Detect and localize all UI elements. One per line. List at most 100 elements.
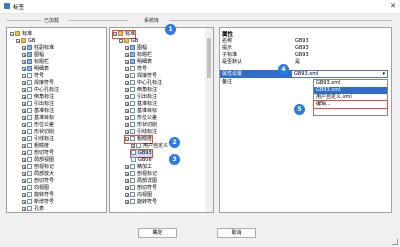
expand-icon[interactable]: + — [22, 129, 26, 134]
tree-item[interactable]: + 向视图 — [22, 185, 49, 192]
expand-icon[interactable]: + — [22, 80, 26, 85]
tree-item[interactable]: + 形位公差 — [22, 122, 54, 129]
tree-item[interactable]: − 标准 — [111, 30, 137, 39]
expand-icon[interactable]: + — [22, 122, 26, 127]
close-icon[interactable]: ✕ — [390, 2, 396, 10]
collapse-icon[interactable]: − — [16, 38, 20, 43]
expand-icon[interactable]: + — [125, 80, 129, 85]
expand-icon[interactable]: + — [125, 87, 129, 92]
tree-item[interactable]: + 局部视图 — [22, 157, 54, 164]
expand-icon[interactable]: + — [22, 185, 26, 190]
expand-icon[interactable]: + — [125, 199, 129, 204]
expand-icon[interactable]: + — [22, 94, 26, 99]
expand-icon[interactable]: + — [125, 129, 129, 134]
library-tree-panel[interactable]: − 标准 − GB + 图幅 + 标题栏 + 明细表 − 符号 + 焊接符号 + 中心孔标注 + 倒角标注 + 引出标… — [109, 27, 214, 213]
dropdown-option[interactable]: GB93.xml — [314, 87, 387, 94]
ok-button[interactable]: 确定 — [138, 228, 177, 238]
tree-item[interactable]: + 倒角标注 — [125, 87, 157, 94]
expand-icon[interactable]: + — [22, 136, 26, 141]
collapse-icon[interactable]: − — [119, 38, 123, 43]
tree-item[interactable]: + 中心孔标注 — [125, 80, 162, 87]
expand-icon[interactable]: + — [22, 59, 26, 64]
expand-icon[interactable]: + — [22, 108, 26, 113]
tree-item[interactable]: + 形状切削 — [125, 122, 157, 129]
tree-item[interactable]: − 符号 — [125, 66, 147, 73]
expand-icon[interactable]: + — [22, 192, 26, 197]
tree-item[interactable]: + 用户自定义 — [131, 143, 168, 150]
collapse-icon[interactable]: − — [10, 31, 14, 36]
expand-icon[interactable]: + — [125, 122, 129, 127]
tree-item[interactable]: + 粗糙度 — [22, 143, 49, 150]
expand-icon[interactable]: + — [22, 66, 26, 71]
tree-item[interactable]: + 标题栏 — [125, 52, 152, 59]
expand-icon[interactable]: + — [22, 171, 26, 176]
tree-item[interactable]: − GB — [16, 38, 35, 45]
expand-icon[interactable]: + — [22, 45, 26, 50]
dropdown-option[interactable]: 用户自定义.xml — [314, 94, 387, 101]
tree-item[interactable]: + 倒角标注 — [22, 94, 54, 101]
tree-item[interactable]: + 形状切削 — [22, 129, 54, 136]
tree-item[interactable]: + 剖切符号 — [22, 150, 54, 157]
tree-item[interactable]: + 剖切符号 — [22, 178, 54, 185]
expand-icon[interactable]: + — [22, 150, 26, 155]
tree-item[interactable]: + 引线标注 — [22, 136, 54, 143]
expand-icon[interactable]: + — [125, 185, 129, 190]
tree-item[interactable]: + 旋转符号 — [22, 192, 54, 199]
tree-item[interactable]: + 剖视标记 — [125, 171, 157, 178]
collapse-icon[interactable]: − — [125, 66, 129, 71]
tree-item[interactable]: + 柱副标准 — [22, 45, 54, 52]
tree-item[interactable]: + 剖视标记 — [22, 164, 54, 171]
expand-icon[interactable]: + — [22, 115, 26, 120]
expand-icon[interactable]: + — [125, 73, 129, 78]
tree-item[interactable]: + 新增符号 — [22, 199, 54, 206]
expand-icon[interactable]: + — [22, 52, 26, 57]
tree-item[interactable]: + 中心孔标注 — [22, 87, 59, 94]
expand-icon[interactable]: + — [22, 157, 26, 162]
property-settings-select[interactable]: GB93.xml ▾ — [291, 70, 388, 78]
dropdown-option[interactable]: GB93.xml — [314, 80, 387, 87]
tree-item[interactable]: + 向视图 — [125, 192, 152, 199]
expand-icon[interactable]: + — [125, 115, 129, 120]
tree-item[interactable]: + 局部放大 — [22, 171, 54, 178]
expand-icon[interactable]: + — [125, 171, 129, 176]
tree-item[interactable]: + 基准标注 — [125, 101, 157, 108]
tree-item[interactable]: + 旋转符号 — [125, 199, 157, 206]
tree-item[interactable]: + 标题栏 — [22, 59, 49, 66]
tree-item[interactable]: + 焊接符号 — [22, 80, 54, 87]
tree-item[interactable]: + 精加工 — [125, 164, 152, 171]
collapse-icon[interactable]: − — [22, 73, 26, 78]
tree-item[interactable]: − 标准 — [10, 31, 32, 38]
tree-item[interactable]: + 局部详图 — [125, 178, 157, 185]
expand-icon[interactable]: + — [125, 94, 129, 99]
expand-icon[interactable]: + — [125, 59, 129, 64]
expand-icon[interactable]: + — [22, 199, 26, 204]
edit-option[interactable]: 编辑... — [313, 100, 388, 109]
tree-item[interactable]: − GB — [119, 38, 138, 45]
expand-icon[interactable]: + — [125, 45, 129, 50]
expand-icon[interactable]: + — [125, 178, 129, 183]
library-scrollbar[interactable] — [205, 28, 213, 212]
expand-icon[interactable]: + — [22, 87, 26, 92]
collapse-icon[interactable]: − — [113, 31, 117, 36]
resize-grip[interactable] — [392, 239, 398, 245]
tree-item[interactable]: + 明细表 — [125, 59, 152, 66]
tree-item[interactable]: + 剖切符号 — [125, 185, 157, 192]
tree-item[interactable]: + 图幅 — [125, 45, 147, 52]
tree-item[interactable]: + 焊接符号 — [125, 73, 157, 80]
loaded-tree-panel[interactable]: − 标准 − GB + 柱副标准 + 图幅 + 标题栏 + 明细表 − 符号 + 焊接符号 + 中心孔标注 + 倒角标… — [6, 27, 107, 213]
tree-item[interactable]: + 图幅 — [22, 52, 44, 59]
expand-icon[interactable]: + — [125, 192, 129, 197]
collapse-icon[interactable]: − — [125, 136, 129, 141]
expand-icon[interactable]: + — [125, 164, 129, 169]
chevron-down-icon[interactable]: ▾ — [382, 71, 385, 77]
tree-item[interactable]: + 形位公差 — [125, 115, 157, 122]
tree-item[interactable]: + 孔表 — [22, 206, 44, 212]
tree-item[interactable]: + 基准目标 — [22, 115, 54, 122]
expand-icon[interactable]: + — [22, 178, 26, 183]
expand-icon[interactable]: + — [125, 101, 129, 106]
expand-icon[interactable]: + — [22, 206, 26, 211]
tree-item[interactable]: GB93 — [130, 149, 153, 158]
tree-item[interactable]: + 引出标注 — [22, 101, 54, 108]
scroll-thumb[interactable] — [207, 38, 211, 78]
tree-item[interactable]: + 引线标注 — [125, 129, 157, 136]
